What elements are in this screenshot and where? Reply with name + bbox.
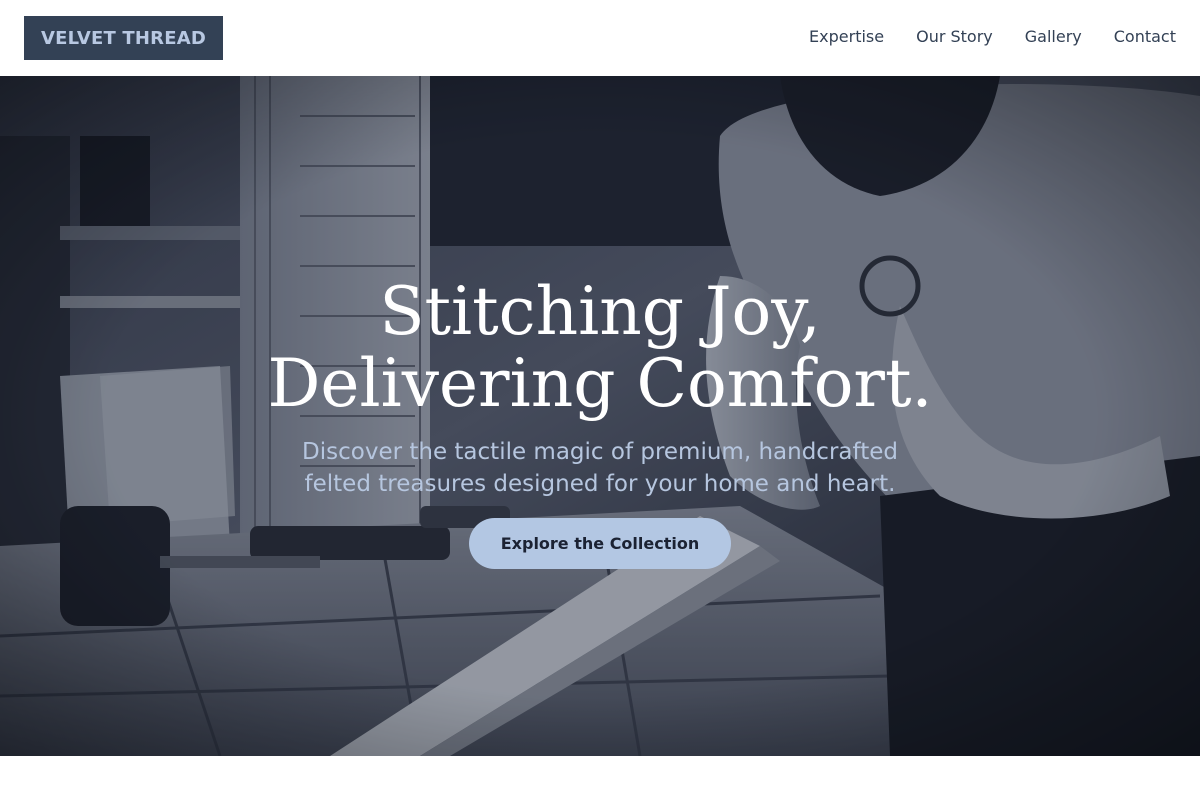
nav-link-our-story[interactable]: Our Story <box>916 26 993 48</box>
hero-title: Stitching Joy, Delivering Comfort. <box>200 276 1000 420</box>
nav-link-contact[interactable]: Contact <box>1114 26 1176 48</box>
hero-title-line-2: Delivering Comfort. <box>267 345 933 422</box>
hero-subtitle-line-1: Discover the tactile magic of premium, h… <box>302 439 898 465</box>
hero-subtitle: Discover the tactile magic of premium, h… <box>280 436 920 500</box>
site-header: VELVET THREAD Expertise Our Story Galler… <box>0 0 1200 76</box>
brand-logo[interactable]: VELVET THREAD <box>24 16 223 60</box>
page-below-hero <box>0 756 1200 800</box>
main-nav: Expertise Our Story Gallery Contact <box>809 26 1176 48</box>
nav-link-expertise[interactable]: Expertise <box>809 26 884 48</box>
hero-subtitle-line-2: felted treasures designed for your home … <box>304 471 896 497</box>
hero-section: Stitching Joy, Delivering Comfort. Disco… <box>0 76 1200 756</box>
hero-title-line-1: Stitching Joy, <box>379 273 821 350</box>
nav-link-gallery[interactable]: Gallery <box>1025 26 1082 48</box>
explore-collection-button[interactable]: Explore the Collection <box>469 518 731 569</box>
hero-content: Stitching Joy, Delivering Comfort. Disco… <box>200 76 1000 756</box>
